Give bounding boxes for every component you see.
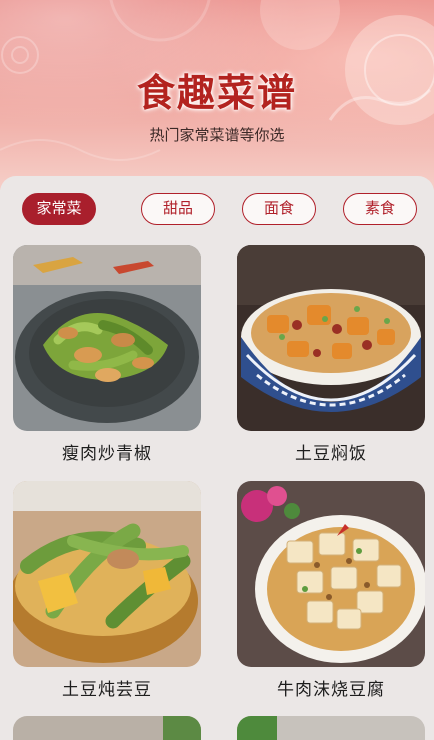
tab-desserts[interactable]: 甜品 xyxy=(141,193,215,225)
recipe-name[interactable]: 瘦肉炒青椒 xyxy=(13,439,201,464)
recipe-image[interactable] xyxy=(237,481,425,667)
recipe-card-partial[interactable] xyxy=(237,716,425,740)
tab-noodles[interactable]: 面食 xyxy=(242,193,316,225)
recipe-card[interactable]: 瘦肉炒青椒 xyxy=(13,245,201,464)
recipe-card[interactable]: 土豆焖饭 xyxy=(237,245,425,464)
category-tabs: 家常菜 甜品 面食 素食 xyxy=(22,193,417,225)
header-banner: 食趣菜谱 热门家常菜谱等你选 xyxy=(0,0,434,190)
recipe-image[interactable] xyxy=(13,245,201,431)
app-subtitle: 热门家常菜谱等你选 xyxy=(149,126,285,144)
recipe-image[interactable] xyxy=(13,481,201,667)
recipe-image[interactable] xyxy=(237,245,425,431)
app-title: 食趣菜谱 xyxy=(136,70,297,115)
recipe-name[interactable]: 土豆炖芸豆 xyxy=(13,675,201,700)
tab-vegetarian[interactable]: 素食 xyxy=(343,193,417,225)
recipe-name[interactable]: 牛肉沫烧豆腐 xyxy=(237,675,425,700)
tab-home-cooking[interactable]: 家常菜 xyxy=(22,193,96,225)
recipe-name[interactable]: 土豆焖饭 xyxy=(237,439,425,464)
recipe-card[interactable]: 土豆炖芸豆 xyxy=(13,481,201,700)
recipe-card[interactable]: 牛肉沫烧豆腐 xyxy=(237,481,425,700)
recipe-card-partial[interactable] xyxy=(13,716,201,740)
